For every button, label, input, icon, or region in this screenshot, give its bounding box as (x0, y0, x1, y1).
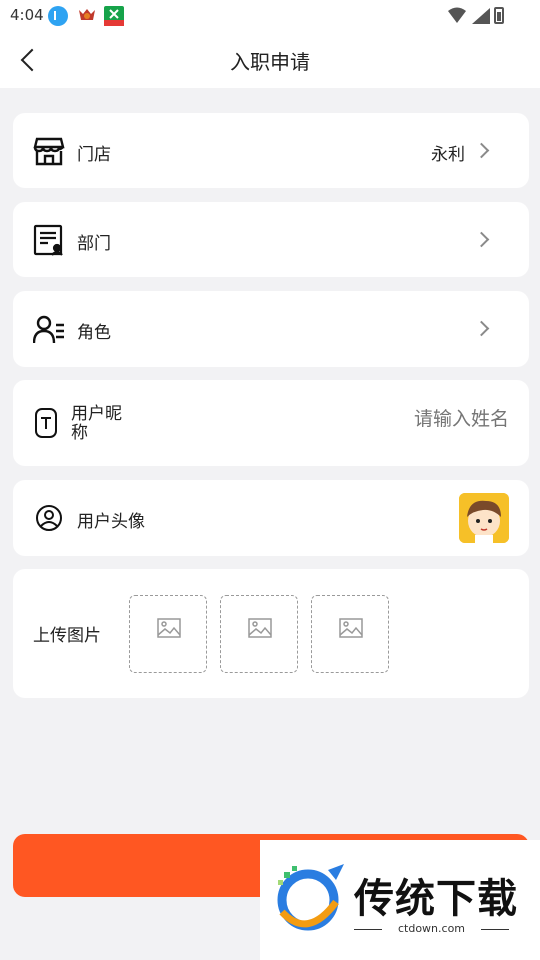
image-icon (248, 618, 272, 638)
download-icon (48, 6, 68, 26)
role-icon (32, 313, 65, 345)
nickname-input[interactable] (379, 408, 509, 430)
watermark-logo-icon (277, 864, 344, 931)
text-field-icon (35, 408, 67, 440)
role-row[interactable]: 角色 (13, 291, 529, 367)
nav-bar: 入职申请 (0, 32, 540, 88)
avatar-label: 用户头像 (77, 512, 145, 532)
nickname-label: 用户昵称 (71, 404, 122, 443)
role-label: 角色 (77, 323, 111, 343)
store-icon (33, 135, 65, 167)
app-notification-icon (77, 6, 97, 26)
battery-icon (494, 7, 504, 24)
department-label: 部门 (77, 234, 111, 254)
nickname-row: 用户昵称 (13, 380, 529, 466)
chevron-right-icon (473, 231, 490, 248)
signal-icon (448, 7, 490, 24)
avatar[interactable] (459, 493, 509, 543)
watermark-title: 传统下载 (354, 876, 518, 922)
store-value: 永利 (431, 145, 465, 165)
chevron-right-icon (473, 142, 490, 159)
watermark: 传统下载 ctdown.com (260, 840, 540, 960)
image-upload-slot[interactable] (220, 595, 298, 673)
image-upload-slot[interactable] (311, 595, 389, 673)
watermark-subtitle: ctdown.com (354, 922, 509, 935)
image-icon (157, 618, 181, 638)
page-title: 入职申请 (230, 50, 310, 74)
status-time: 4:04 (10, 6, 44, 24)
status-bar: 4:04 (0, 0, 540, 32)
upload-label: 上传图片 (33, 626, 101, 646)
chevron-right-icon (473, 320, 490, 337)
avatar-row[interactable]: 用户头像 (13, 480, 529, 556)
department-row[interactable]: 部门 (13, 202, 529, 277)
department-icon (33, 224, 65, 256)
image-upload-slot[interactable] (129, 595, 207, 673)
app-notification-icon-2 (104, 6, 124, 26)
user-circle-icon (35, 504, 67, 536)
upload-section: 上传图片 (13, 569, 529, 698)
store-row[interactable]: 门店 永利 (13, 113, 529, 188)
store-label: 门店 (77, 145, 111, 165)
image-icon (339, 618, 363, 638)
